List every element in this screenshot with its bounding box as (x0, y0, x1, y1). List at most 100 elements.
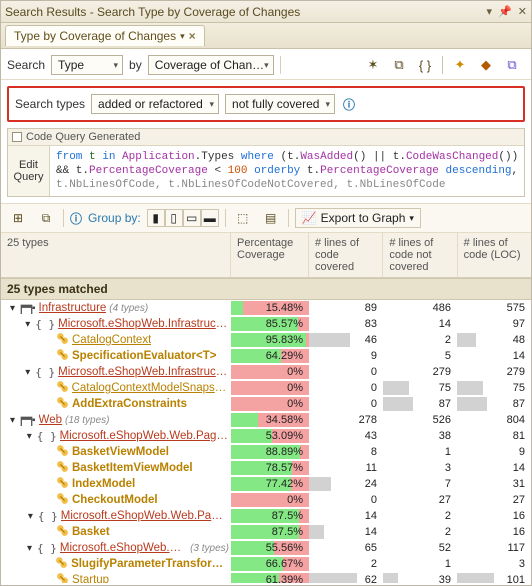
table-row[interactable]: Basket87.5%14216 (1, 524, 531, 540)
row-name[interactable]: BasketItemViewModel (72, 462, 193, 474)
row-name[interactable]: Startup (72, 574, 109, 583)
table-row[interactable]: AddExtraConstraints0%08787 (1, 396, 531, 412)
cube-icon[interactable]: ◆ (477, 56, 495, 74)
filter2-combo[interactable]: not fully covered▾ (225, 94, 335, 114)
export-graph-button[interactable]: 📈 Export to Graph ▾ (295, 208, 421, 228)
row-name[interactable]: Microsoft.eShopWeb.Infrastructure.Da (58, 366, 229, 378)
type-icon (55, 556, 68, 572)
search-toolbar: Search Type▾ by Coverage of Chan…▾ ✶ ⧉ {… (1, 49, 531, 80)
table-row[interactable]: BasketViewModel88.89%819 (1, 444, 531, 460)
row-name[interactable]: Microsoft.eShopWeb.Infrastructure.Da (58, 318, 229, 330)
table-row[interactable]: ▾▪Infrastructure (4 types)15.48%89486575 (1, 300, 531, 316)
table-row[interactable]: CatalogContext95.83%46248 (1, 332, 531, 348)
expand-icon[interactable]: ▾ (25, 544, 34, 553)
dropdown-icon[interactable]: ▾ (487, 5, 493, 18)
type-icon (56, 524, 69, 540)
close-window-icon[interactable]: ✕ (518, 5, 527, 18)
table-row[interactable]: CatalogContextModelSnapshot0%07575 (1, 380, 531, 396)
type-icon (56, 332, 69, 348)
cell-cov: 83 (309, 317, 383, 331)
table-row[interactable]: IndexModel77.42%24731 (1, 476, 531, 492)
expand-icon[interactable]: ▾ (23, 320, 32, 329)
entity-combo[interactable]: Type▾ (51, 55, 123, 75)
tab-menu-icon[interactable]: ▾ (180, 31, 185, 42)
col-pct[interactable]: Percentage Coverage (231, 233, 309, 277)
tab-coverage-changes[interactable]: Type by Coverage of Changes ▾ × (5, 25, 205, 46)
row-name[interactable]: Microsoft.eShopWeb.Web (60, 542, 187, 554)
expand-icon[interactable]: ▾ (8, 416, 17, 425)
col-loc[interactable]: # lines of code (LOC) (458, 233, 531, 277)
row-name[interactable]: AddExtraConstraints (72, 398, 187, 410)
cell-loc: 575 (457, 301, 531, 315)
table-row[interactable]: ▾{ }Microsoft.eShopWeb.Web (3 types)55.5… (1, 540, 531, 556)
row-name[interactable]: SpecificationEvaluator<T> (72, 350, 216, 362)
group-level-4[interactable]: ▬ (201, 209, 219, 227)
namespace-icon: { } (37, 542, 57, 555)
table-row[interactable]: CheckoutModel0%02727 (1, 492, 531, 508)
flat-view-icon[interactable]: ▤ (260, 208, 282, 228)
row-name[interactable]: CatalogContext (72, 334, 151, 346)
row-name[interactable]: CheckoutModel (72, 494, 158, 506)
row-name[interactable]: Web (39, 414, 62, 426)
col-covered[interactable]: # lines of code covered (309, 233, 383, 277)
expand-icon[interactable]: ▾ (8, 304, 17, 313)
expand-icon[interactable]: ▾ (25, 432, 34, 441)
info-icon[interactable]: ⓘ (70, 210, 82, 227)
tab-close-icon[interactable]: × (189, 29, 196, 43)
star-icon[interactable]: ✶ (364, 56, 382, 74)
table-row[interactable]: BasketItemViewModel78.57%11314 (1, 460, 531, 476)
row-name[interactable]: Infrastructure (39, 302, 107, 314)
cell-pct: 66.67% (231, 557, 309, 571)
collapse-icon[interactable] (12, 132, 22, 142)
braces-icon[interactable]: { } (416, 56, 434, 74)
row-name[interactable]: BasketViewModel (72, 446, 169, 458)
pin-icon[interactable]: 📌 (498, 5, 512, 18)
assembly-icon (20, 304, 29, 313)
assembly-icon: ▪ (32, 415, 36, 426)
row-name[interactable]: Microsoft.eShopWeb.Web.Pages.B (60, 430, 229, 442)
filter-icon[interactable]: ⧉ (390, 56, 408, 74)
highlight-icon[interactable]: ✦ (451, 56, 469, 74)
type-icon (56, 380, 69, 396)
group-level-3[interactable]: ▭ (183, 209, 201, 227)
cell-ncov: 526 (383, 413, 457, 427)
row-name[interactable]: Basket (72, 526, 110, 538)
table-row[interactable]: ▾▪Web (18 types)34.58%278526804 (1, 412, 531, 428)
grid-header: 25 types Percentage Coverage # lines of … (1, 233, 531, 278)
row-name[interactable]: SlugifyParameterTransformer (71, 558, 229, 570)
cell-ncov: 38 (383, 429, 457, 443)
namespace-icon: { } (38, 510, 58, 523)
table-row[interactable]: ▾{ }Microsoft.eShopWeb.Web.Pages.B53.09%… (1, 428, 531, 444)
table-row[interactable]: ▾{ }Microsoft.eShopWeb.Infrastructure.Da… (1, 316, 531, 332)
cell-ncov: 7 (383, 477, 457, 491)
chevron-down-icon: ▾ (264, 60, 269, 71)
row-name[interactable]: IndexModel (72, 478, 135, 490)
copy-icon[interactable]: ⧉ (503, 56, 521, 74)
expand-icon[interactable]: ▾ (26, 512, 35, 521)
metric-combo[interactable]: Coverage of Chan…▾ (148, 55, 274, 75)
code-query-header[interactable]: Code Query Generated (8, 129, 524, 146)
group-level-1[interactable]: ▮ (147, 209, 165, 227)
table-row[interactable]: SpecificationEvaluator<T>64.29%9514 (1, 348, 531, 364)
cell-cov: 24 (309, 477, 383, 491)
expand-all-icon[interactable]: ⊞ (7, 208, 29, 228)
window-title: Search Results - Search Type by Coverage… (5, 5, 487, 19)
filter1-combo[interactable]: added or refactored▾ (91, 94, 219, 114)
table-row[interactable]: SlugifyParameterTransformer66.67%213 (1, 556, 531, 572)
row-name[interactable]: Microsoft.eShopWeb.Web.Pages (61, 510, 229, 522)
table-row[interactable]: Startup61.39%6239101 (1, 572, 531, 583)
row-name[interactable]: CatalogContextModelSnapshot (72, 382, 229, 394)
table-row[interactable]: ▾{ }Microsoft.eShopWeb.Web.Pages87.5%142… (1, 508, 531, 524)
info-icon[interactable]: ⓘ (343, 96, 355, 113)
group-level-2[interactable]: ▯ (165, 209, 183, 227)
chevron-down-icon: ▾ (326, 99, 331, 110)
table-row[interactable]: ▾{ }Microsoft.eShopWeb.Infrastructure.Da… (1, 364, 531, 380)
assembly-icon (20, 416, 29, 425)
cell-loc: 14 (457, 461, 531, 475)
col-notcovered[interactable]: # lines of code not covered (383, 233, 457, 277)
edit-query-button[interactable]: Edit Query (8, 146, 50, 196)
collapse-all-icon[interactable]: ⧉ (35, 208, 57, 228)
tree-view-icon[interactable]: ⬚ (232, 208, 254, 228)
cell-loc: 279 (457, 365, 531, 379)
expand-icon[interactable]: ▾ (23, 368, 32, 377)
